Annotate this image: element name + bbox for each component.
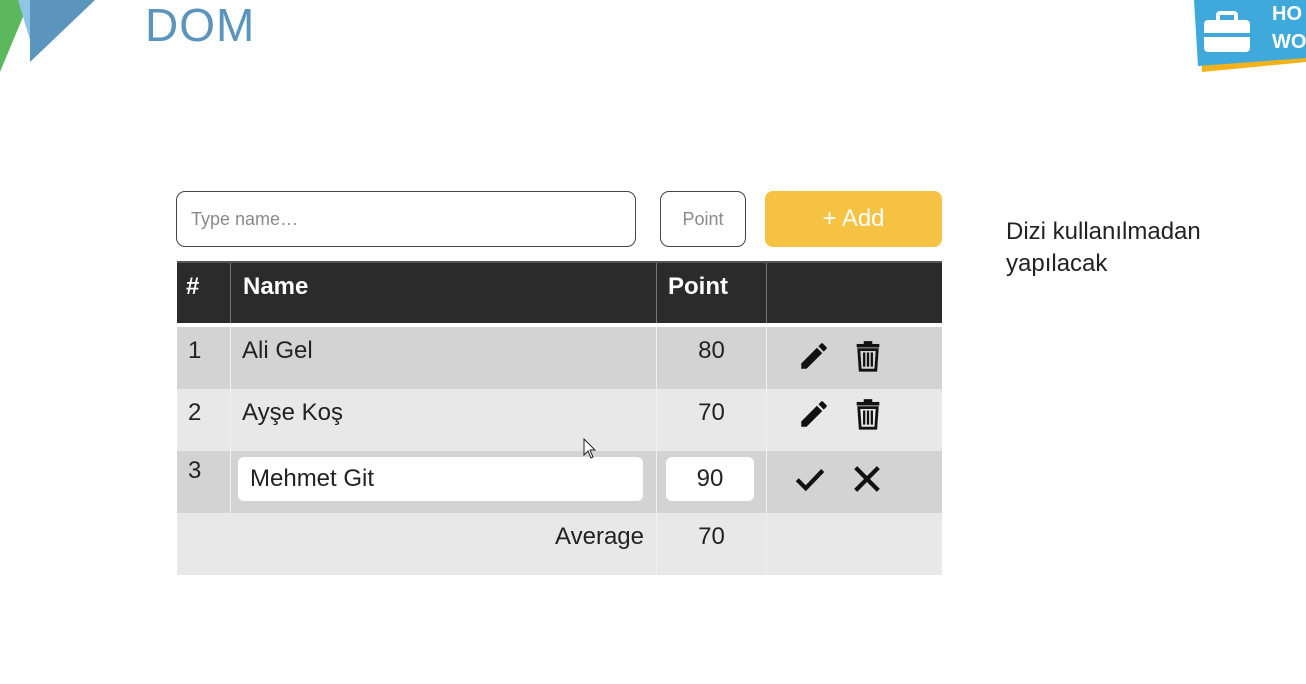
row-actions	[767, 389, 942, 451]
pencil-icon[interactable]	[797, 397, 831, 431]
badge-label: HO WO	[1272, 0, 1306, 56]
mouse-cursor-icon	[583, 438, 597, 459]
row-index: 2	[177, 389, 231, 451]
point-input[interactable]	[660, 191, 746, 247]
header-index: #	[177, 263, 231, 323]
scores-table: # Name Point 1 Ali Gel 80 2 Ayşe Koş 70	[177, 261, 942, 575]
row-index: 3	[177, 451, 231, 513]
row-index: 1	[177, 327, 231, 389]
pencil-icon[interactable]	[797, 339, 831, 373]
header-point: Point	[657, 263, 767, 323]
row-actions	[767, 451, 942, 513]
badge-line-1: HO	[1272, 3, 1302, 25]
side-note: Dizi kullanılmadan yapılacak	[1006, 216, 1266, 280]
row-point: 80	[657, 327, 767, 389]
trash-icon[interactable]	[851, 339, 885, 373]
row-name: Ali Gel	[231, 327, 657, 389]
edit-point-input[interactable]	[666, 457, 754, 501]
average-actions	[767, 513, 942, 575]
close-icon[interactable]	[850, 462, 884, 496]
table-header: # Name Point	[177, 261, 942, 323]
average-value: 70	[657, 513, 767, 575]
edit-name-input[interactable]	[238, 457, 643, 501]
name-input[interactable]	[176, 191, 636, 247]
row-actions	[767, 327, 942, 389]
note-line-2: yapılacak	[1006, 250, 1108, 277]
row-point: 70	[657, 389, 767, 451]
header-name: Name	[231, 263, 657, 323]
average-spacer	[177, 513, 231, 575]
header-actions	[767, 263, 942, 323]
corner-decoration	[0, 0, 95, 72]
badge-line-2: WO	[1272, 31, 1306, 53]
table-row-editing: 3	[177, 451, 942, 513]
row-point-cell	[657, 451, 767, 513]
check-icon[interactable]	[793, 462, 827, 496]
trash-icon[interactable]	[851, 397, 885, 431]
add-button[interactable]: + Add	[765, 191, 942, 247]
average-label: Average	[231, 513, 657, 575]
page-title: DOM	[145, 0, 256, 51]
note-line-1: Dizi kullanılmadan	[1006, 218, 1201, 245]
table-row: 1 Ali Gel 80	[177, 327, 942, 389]
average-row: Average 70	[177, 513, 942, 575]
table-row: 2 Ayşe Koş 70	[177, 389, 942, 451]
row-name-cell	[231, 451, 657, 513]
